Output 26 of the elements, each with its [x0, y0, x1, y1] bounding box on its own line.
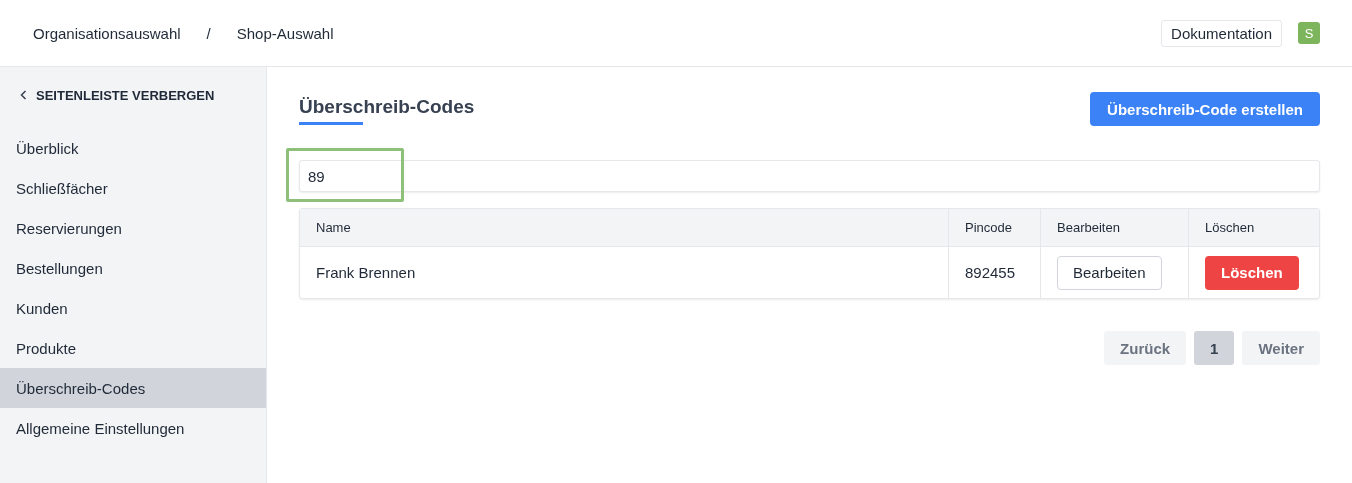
sidebar-item[interactable]: Produkte	[0, 328, 266, 368]
create-code-button[interactable]: Überschreib-Code erstellen	[1090, 92, 1320, 126]
edit-button[interactable]: Bearbeiten	[1057, 255, 1162, 290]
table-cell: 892455	[948, 247, 1040, 298]
sidebar-item[interactable]: Kunden	[0, 288, 266, 328]
page-button[interactable]: 1	[1194, 331, 1235, 365]
page-title: Überschreib-Codes	[299, 96, 475, 128]
search-field[interactable]: 89	[299, 160, 1320, 192]
breadcrumb-link[interactable]: Shop-Auswahl	[236, 24, 334, 42]
sidebar-item[interactable]: Bestellungen	[0, 248, 266, 288]
sidebar-item[interactable]: Schließfächer	[0, 168, 266, 208]
column-header: Name	[315, 219, 352, 237]
column-header: Bearbeiten	[1040, 209, 1188, 246]
hide-sidebar-button[interactable]: SEITENLEISTE VERBERGEN	[0, 87, 215, 103]
chevron-left-icon	[20, 90, 27, 100]
breadcrumb-link[interactable]: Organisationsauswahl	[33, 24, 181, 42]
sidebar-item[interactable]: Reservierungen	[0, 208, 266, 248]
sidebar-item[interactable]: Überschreib-Codes	[0, 368, 266, 408]
sidebar-item[interactable]: Allgemeine Einstellungen	[0, 408, 266, 448]
column-header: Löschen	[1188, 209, 1319, 246]
column-header: Pincode	[948, 209, 1040, 246]
documentation-button[interactable]: Dokumentation	[1161, 19, 1282, 47]
sidebar-item[interactable]: Überblick	[0, 128, 266, 168]
table-cell-text: Frank Brennen	[315, 263, 417, 283]
delete-button[interactable]: Löschen	[1205, 255, 1299, 290]
breadcrumb-separator: /	[206, 24, 211, 42]
